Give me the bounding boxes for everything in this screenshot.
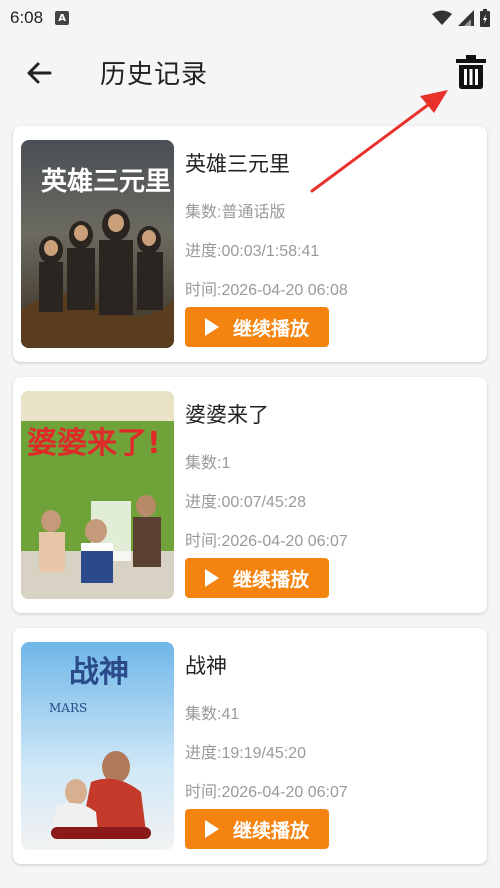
page-title: 历史记录 — [100, 60, 209, 90]
continue-play-button[interactable]: 继续播放 — [185, 307, 329, 347]
poster-subtitle-text: MARS — [49, 701, 87, 715]
battery-icon — [480, 9, 490, 27]
notification-icon: A — [55, 11, 70, 25]
item-episodes: 集数:1 — [185, 455, 231, 472]
item-episodes: 集数:41 — [185, 706, 240, 723]
poster-title-text: 战神 — [69, 655, 129, 690]
continue-play-button[interactable]: 继续播放 — [185, 809, 329, 849]
poster-image[interactable]: 婆婆来了! — [21, 391, 174, 599]
play-icon — [204, 569, 219, 587]
poster-art: 婆婆来了! — [21, 391, 174, 599]
poster-title-text: 婆婆来了! — [27, 426, 161, 461]
back-button[interactable] — [22, 56, 56, 90]
history-item[interactable]: 婆婆来了! 婆婆来了 集数:1 进度:00:07/45:28 时间:2026-0… — [13, 377, 487, 613]
item-title: 婆婆来了 — [185, 403, 269, 427]
continue-play-label: 继续播放 — [232, 317, 309, 340]
signal-icon — [458, 10, 474, 26]
delete-history-button[interactable] — [452, 52, 490, 92]
play-icon — [204, 318, 219, 336]
item-time: 时间:2026-04-20 06:07 — [185, 533, 348, 550]
status-right — [432, 9, 490, 27]
continue-play-label: 继续播放 — [232, 568, 309, 591]
item-time: 时间:2026-04-20 06:08 — [185, 282, 348, 299]
item-progress: 进度:19:19/45:20 — [185, 745, 306, 762]
item-title: 英雄三元里 — [185, 152, 290, 176]
history-item[interactable]: 英雄三元里 英雄三元里 集数:普通话版 进度:00:03/1:58:41 时间:… — [13, 126, 487, 362]
status-left: 6:08 A — [10, 8, 70, 28]
app-bar: 历史记录 — [0, 36, 500, 110]
status-time: 6:08 — [10, 8, 44, 27]
item-episodes: 集数:普通话版 — [185, 204, 286, 221]
trash-icon — [456, 55, 486, 89]
wifi-icon — [432, 10, 452, 25]
history-item[interactable]: 战神 MARS 战神 集数:41 进度:19:19/45:20 时间:2026-… — [13, 628, 487, 864]
continue-play-button[interactable]: 继续播放 — [185, 558, 329, 598]
history-list: 英雄三元里 英雄三元里 集数:普通话版 进度:00:03/1:58:41 时间:… — [13, 126, 487, 879]
item-title: 战神 — [185, 654, 227, 678]
play-icon — [204, 820, 219, 838]
poster-art: 战神 MARS — [21, 642, 174, 850]
continue-play-label: 继续播放 — [232, 819, 309, 842]
poster-art: 英雄三元里 — [21, 140, 174, 348]
item-progress: 进度:00:07/45:28 — [185, 494, 306, 511]
item-time: 时间:2026-04-20 06:07 — [185, 784, 348, 801]
item-progress: 进度:00:03/1:58:41 — [185, 243, 320, 260]
poster-image[interactable]: 战神 MARS — [21, 642, 174, 850]
history-screen: 6:08 A 历史记录 英雄三元里 英雄三元里 集数:普通话版 进度:00:03… — [0, 0, 500, 888]
arrow-left-icon — [27, 62, 52, 84]
poster-image[interactable]: 英雄三元里 — [21, 140, 174, 348]
poster-title-text: 英雄三元里 — [41, 167, 171, 197]
status-bar: 6:08 A — [0, 0, 500, 36]
